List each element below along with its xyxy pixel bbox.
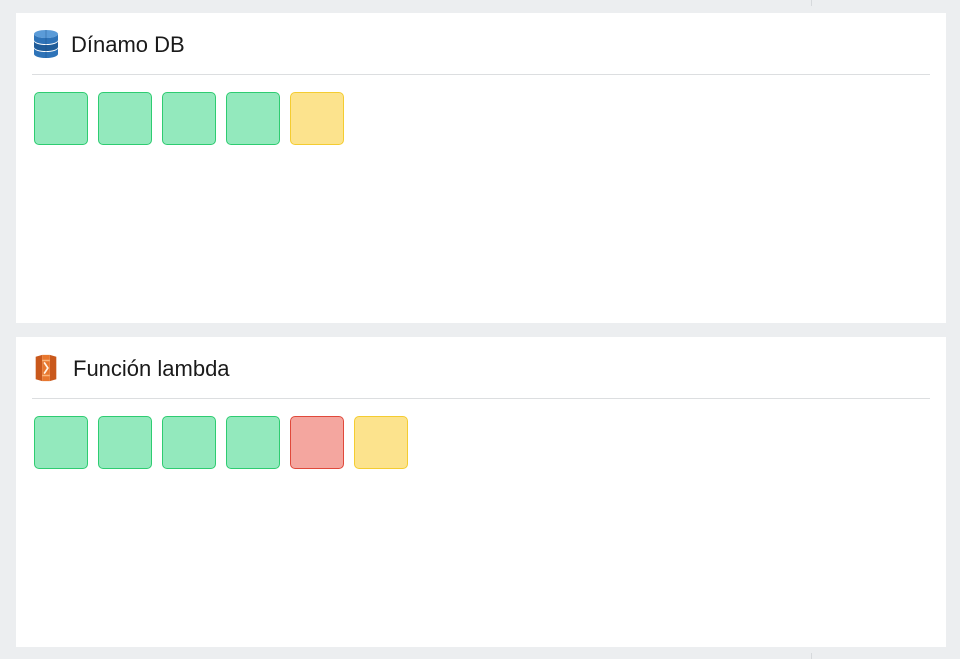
status-tile-ok[interactable] <box>226 416 280 469</box>
panel-header: Dínamo DB <box>32 13 930 75</box>
status-tile-warn[interactable] <box>290 92 344 145</box>
column-divider-bottom <box>811 653 812 659</box>
dynamodb-panel: Dínamo DB <box>16 13 946 323</box>
status-tile-ok[interactable] <box>98 416 152 469</box>
panel-title: Dínamo DB <box>71 32 185 57</box>
lambda-icon <box>35 354 57 382</box>
status-tile-ok[interactable] <box>34 92 88 145</box>
status-tile-ok[interactable] <box>162 92 216 145</box>
status-tile-ok[interactable] <box>98 92 152 145</box>
status-tile-ok[interactable] <box>162 416 216 469</box>
status-tile-ok[interactable] <box>34 416 88 469</box>
dynamodb-icon <box>34 30 58 58</box>
status-tile-warn[interactable] <box>354 416 408 469</box>
status-tile-ok[interactable] <box>226 92 280 145</box>
lambda-panel: Función lambda <box>16 337 946 647</box>
panel-header: Función lambda <box>32 337 930 399</box>
column-divider-top <box>811 0 812 6</box>
panel-title: Función lambda <box>73 356 230 381</box>
status-tile-fail[interactable] <box>290 416 344 469</box>
